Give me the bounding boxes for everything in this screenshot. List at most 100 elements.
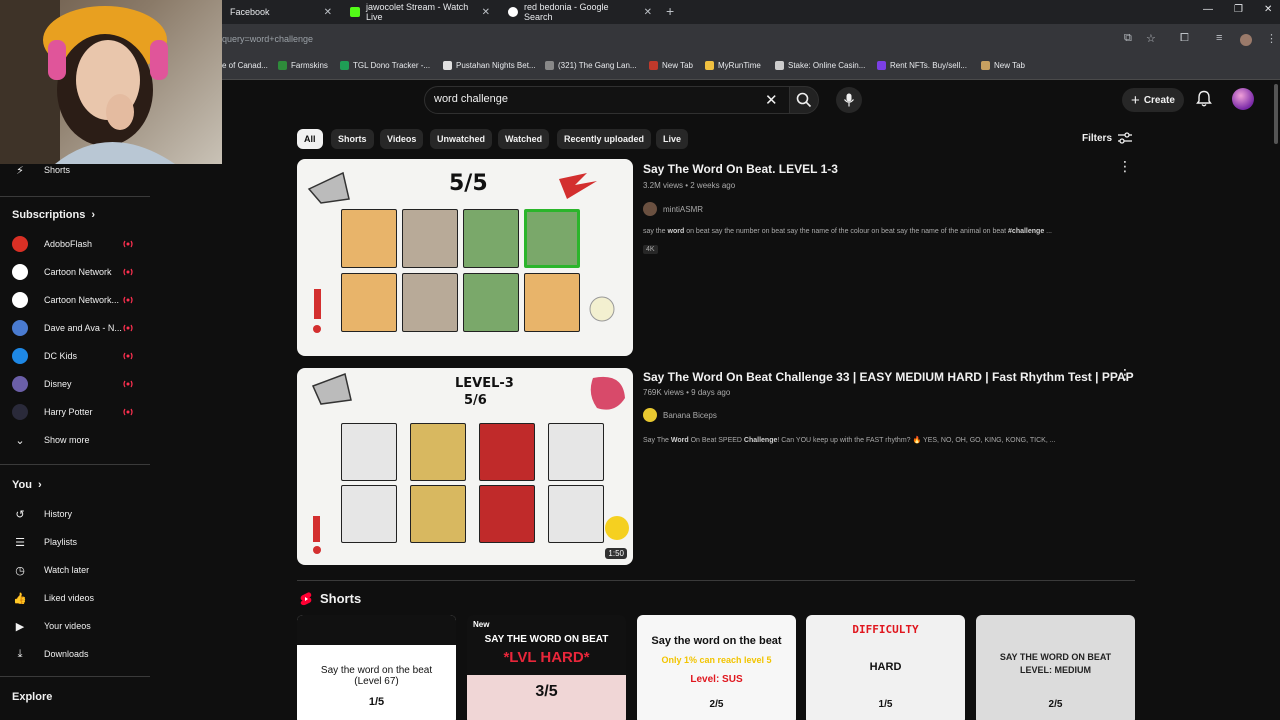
farmskins-icon — [278, 61, 287, 70]
clear-search-icon[interactable]: ✕ — [765, 91, 778, 109]
video-thumbnail[interactable]: 5/5 — [297, 159, 633, 356]
channel-link[interactable]: mintiASMR — [643, 202, 703, 216]
sidebar-item-your-videos[interactable]: ▶ Your videos — [12, 616, 142, 636]
bookmark-star-icon[interactable]: ☆ — [1146, 32, 1156, 45]
close-icon[interactable]: ✕ — [324, 7, 332, 18]
window-close-icon[interactable]: ✕ — [1264, 4, 1272, 15]
subscriptions-heading[interactable]: Subscriptions › — [12, 209, 95, 221]
kebab-menu-icon[interactable]: ⋮ — [1266, 32, 1277, 45]
sidebar-divider — [0, 676, 150, 677]
short-card[interactable]: New SAY THE WORD ON BEAT *LVL HARD* 3/5 — [467, 615, 626, 720]
sidebar-item-label: Downloads — [44, 649, 89, 659]
channel-link[interactable]: Banana Biceps — [643, 408, 717, 422]
cast-icon[interactable]: ⧉ — [1124, 32, 1132, 45]
video-title[interactable]: Say The Word On Beat. LEVEL 1-3 — [643, 162, 838, 176]
filters-button[interactable]: Filters — [1082, 132, 1133, 144]
account-avatar[interactable] — [1232, 88, 1254, 110]
bookmark-item[interactable]: TGL Dono Tracker -... — [340, 61, 430, 70]
desc-highlight: Challenge — [743, 437, 778, 444]
bookmark-item[interactable]: Pustahan Nights Bet... — [443, 61, 536, 70]
bookmark-label: Stake: Online Casin... — [788, 61, 866, 70]
video-meta: 769K views • 9 days ago — [643, 388, 731, 397]
bookmark-item[interactable]: Rent NFTs. Buy/sell... — [877, 61, 967, 70]
channel-avatar — [12, 264, 28, 280]
minimize-icon[interactable]: — — [1203, 4, 1213, 15]
newtab-icon — [981, 61, 990, 70]
url-field[interactable]: query=word+challenge — [222, 34, 313, 44]
page-scrollbar[interactable] — [1274, 84, 1278, 144]
media-icon[interactable]: ≡ — [1216, 32, 1222, 44]
sidebar-item-liked-videos[interactable]: 👍 Liked videos — [12, 588, 142, 608]
bookmark-item[interactable]: New Tab — [649, 61, 693, 70]
sidebar-item-history[interactable]: ↺ History — [12, 504, 142, 524]
video-title[interactable]: Say The Word On Beat Challenge 33 | EASY… — [643, 370, 1134, 384]
show-more-button[interactable]: ⌄ Show more — [12, 430, 142, 450]
bookmark-item[interactable]: Stake: Online Casin... — [775, 61, 865, 70]
sidebar-item-watch-later[interactable]: ◷ Watch later — [12, 560, 142, 580]
avatar-circle — [12, 264, 28, 280]
chip-watched[interactable]: Watched — [498, 129, 550, 149]
desc-text: on beat say the number on beat say the n… — [684, 228, 1009, 235]
channel-avatar — [643, 408, 657, 422]
video-thumbnail[interactable]: LEVEL-3 5/6 1:50 — [297, 368, 633, 565]
desc-highlight: word — [667, 228, 685, 235]
live-indicator-icon — [123, 268, 133, 276]
bookmark-item[interactable]: New Tab — [981, 61, 1025, 70]
profile-icon[interactable] — [1240, 34, 1252, 46]
notifications-button[interactable] — [1196, 90, 1212, 113]
search-input[interactable] — [434, 93, 754, 105]
new-tab-button[interactable]: + — [666, 3, 674, 19]
bookmark-item[interactable]: (321) The Gang Lan... — [545, 61, 637, 70]
sidebar-subscription-item[interactable]: DC Kids — [12, 346, 142, 366]
more-actions-icon[interactable]: ⋮ — [1118, 158, 1132, 175]
video-description: say the word on beat say the number on b… — [643, 228, 1052, 235]
shorts-heading: Shorts — [320, 591, 362, 606]
search-button[interactable] — [789, 86, 819, 114]
chip-recently-uploaded[interactable]: Recently uploaded — [557, 129, 652, 149]
close-icon[interactable]: ✕ — [482, 7, 490, 18]
webcam-overlay — [0, 0, 222, 164]
create-button[interactable]: + Create — [1122, 88, 1184, 112]
sidebar-subscription-item[interactable]: Cartoon Network... — [12, 290, 142, 310]
sidebar-item-shorts[interactable]: ⚡ Shorts — [12, 160, 142, 180]
shelf-divider — [297, 580, 1135, 581]
sidebar-subscription-item[interactable]: AdoboFlash — [12, 234, 142, 254]
chip-videos[interactable]: Videos — [380, 129, 424, 149]
close-icon[interactable]: ✕ — [644, 7, 652, 18]
extensions-icon[interactable]: ⧠ — [1180, 32, 1189, 45]
tab-label: Facebook — [230, 7, 270, 17]
sidebar-subscription-item[interactable]: Dave and Ava - N... — [12, 318, 142, 338]
sidebar-subscription-item[interactable]: Harry Potter — [12, 402, 142, 422]
pen-image — [341, 485, 397, 543]
chip-live[interactable]: Live — [656, 129, 689, 149]
newtab-icon — [649, 61, 658, 70]
bookmark-item[interactable]: e of Canad... — [222, 61, 268, 70]
bookmark-item[interactable]: Farmskins — [278, 61, 328, 70]
voice-search-button[interactable] — [836, 87, 862, 113]
sidebar-subscription-item[interactable]: Cartoon Network — [12, 262, 142, 282]
video-icon — [545, 61, 554, 70]
short-card[interactable]: Say the word on the beat (Level 67) 1/5 — [297, 615, 456, 720]
tab-facebook[interactable]: Facebook ✕ — [222, 0, 340, 24]
restore-icon[interactable]: ❐ — [1234, 4, 1243, 15]
you-heading[interactable]: You › — [12, 479, 42, 491]
thumbnail-level-text: 5/6 — [464, 393, 487, 408]
sidebar-item-downloads[interactable]: ⤓ Downloads — [12, 644, 142, 664]
chip-unwatched[interactable]: Unwatched — [430, 129, 493, 149]
short-card[interactable]: Say the word on the beat Only 1% can rea… — [637, 615, 796, 720]
channel-avatar — [12, 292, 28, 308]
bookmark-item[interactable]: MyRunTime — [705, 61, 761, 70]
chip-shorts[interactable]: Shorts — [331, 129, 374, 149]
sheets-icon — [340, 61, 349, 70]
pineapple-image — [410, 423, 466, 481]
tab-kick-stream[interactable]: jawocolet Stream - Watch Live ✕ — [342, 0, 498, 24]
short-card[interactable]: SAY THE WORD ON BEAT LEVEL: MEDIUM 2/5 — [976, 615, 1135, 720]
sidebar-item-playlists[interactable]: ☰ Playlists — [12, 532, 142, 552]
more-actions-icon[interactable]: ⋮ — [1118, 366, 1132, 383]
sidebar-item-label: Shorts — [44, 165, 71, 175]
short-card[interactable]: DIFFICULTY HARD 1/5 — [806, 615, 965, 720]
tab-google-search[interactable]: red bedonia - Google Search ✕ — [500, 0, 660, 24]
chip-all[interactable]: All — [297, 129, 323, 149]
sidebar-subscription-item[interactable]: Disney — [12, 374, 142, 394]
cat-image — [402, 209, 458, 268]
